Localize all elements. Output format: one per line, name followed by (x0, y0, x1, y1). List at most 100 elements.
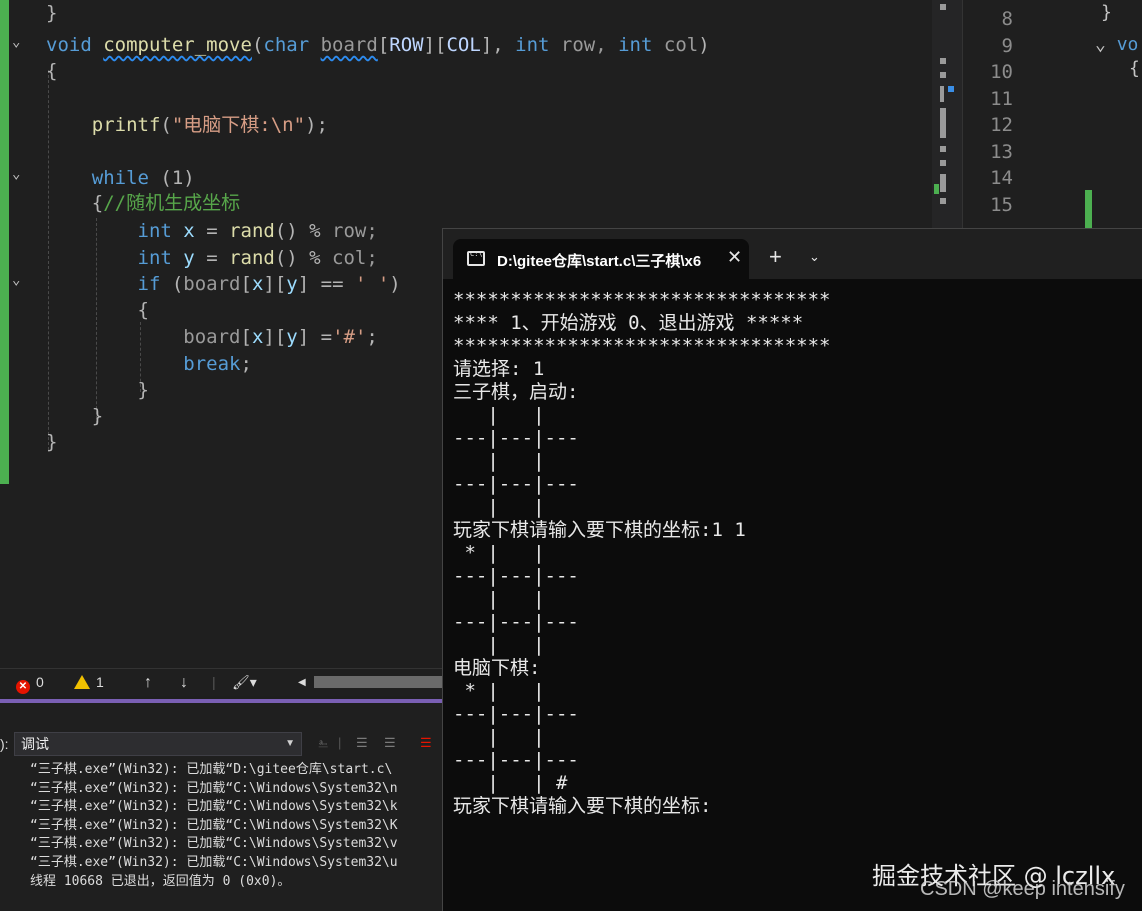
code-token: } (46, 2, 58, 24)
secondary-editor-pane[interactable]: 8 9 10 11 12 13 14 15 } ⌄ vo { (962, 0, 1142, 228)
output-source-select[interactable]: 调试 ▼ (14, 732, 302, 756)
chevron-down-icon[interactable]: ⌄ (809, 249, 820, 265)
watermark: CSDN @keep intensify (920, 878, 1125, 900)
code-line[interactable]: } (46, 377, 149, 403)
code-token: (1) (148, 167, 195, 189)
terminal-output[interactable]: ********************************* **** 1、… (453, 289, 1133, 818)
clear-all-icon[interactable]: ☰ (420, 735, 438, 751)
code-token: ][ (263, 273, 287, 295)
output-window[interactable]: ): 调试 ▼ ⎁ | ☰ ☰ ☰ “三子棋.exe”(Win32): 已加载“… (0, 703, 442, 911)
code-line[interactable]: void computer_move(char board[ROW][COL],… (46, 32, 710, 58)
code-token: int (515, 34, 550, 56)
output-line: 线程 10668 已退出，返回值为 0 (0x0)。 (30, 873, 291, 889)
warning-count[interactable]: 1 (74, 674, 104, 690)
terminal-line: ---|---|--- (453, 427, 579, 449)
terminal-line: | | (453, 404, 579, 426)
code-token: char (263, 34, 310, 56)
code-token: ][ (263, 326, 287, 348)
code-token: ( (160, 273, 184, 295)
code-token: { (137, 299, 149, 321)
new-tab-button[interactable]: + (769, 244, 782, 270)
code-token: board (183, 273, 241, 295)
code-line[interactable]: int y = rand() % col; (46, 245, 378, 271)
code-line[interactable]: while (1) (46, 165, 195, 191)
toolbar-divider: | (338, 735, 342, 750)
terminal-tab[interactable]: D:\gitee仓库\start.c\三子棋\x6 ✕ (453, 239, 749, 279)
code-line[interactable]: board[x][y] ='#'; (46, 324, 378, 350)
output-source-label: ): (0, 736, 9, 752)
code-line[interactable]: { (46, 297, 149, 323)
code-line[interactable]: printf("电脑下棋:\n"); (46, 112, 328, 138)
fold-chevron-icon[interactable]: ⌄ (12, 272, 32, 288)
code-token: } (137, 379, 149, 401)
arrow-up-icon[interactable]: ↑ (144, 674, 152, 692)
code-line[interactable]: {//随机生成坐标 (46, 190, 240, 216)
terminal-tab-bar: D:\gitee仓库\start.c\三子棋\x6 ✕ + ⌄ (443, 229, 1142, 279)
warning-icon (74, 675, 90, 689)
code-token: "电脑下棋:\n" (171, 114, 306, 136)
terminal-window[interactable]: D:\gitee仓库\start.c\三子棋\x6 ✕ + ⌄ ********… (442, 228, 1142, 911)
terminal-line: **** 1、开始游戏 0、退出游戏 ***** (453, 312, 804, 334)
chevron-down-icon: ▼ (285, 738, 295, 749)
code-line[interactable]: } (46, 429, 57, 455)
brace-glyph: } (1101, 2, 1112, 23)
arrow-down-icon[interactable]: ↓ (180, 674, 188, 692)
scroll-left-icon[interactable]: ◀ (298, 677, 306, 688)
code-token: ROW (389, 34, 424, 56)
code-line[interactable]: int x = rand() % row; (46, 218, 378, 244)
error-count[interactable]: ✕ 0 (16, 674, 44, 694)
change-indicator-bar (1085, 190, 1092, 228)
terminal-line: * | | (453, 542, 579, 564)
brush-icon[interactable]: 🖌▾ (232, 674, 257, 691)
code-token: y (183, 247, 195, 269)
code-token: ) (698, 34, 710, 56)
output-line: “三子棋.exe”(Win32): 已加载“C:\Windows\System3… (30, 799, 398, 815)
terminal-line: | | (453, 634, 579, 656)
code-token: col (652, 34, 699, 56)
code-token: y (286, 273, 298, 295)
code-token: void (46, 34, 92, 56)
code-token: computer_move (103, 34, 252, 56)
code-line[interactable]: } (46, 403, 103, 429)
terminal-line: | | (453, 496, 579, 518)
fold-chevron-icon[interactable]: ⌄ vo (1095, 34, 1138, 55)
code-line[interactable]: if (board[x][y] == ' ') (46, 271, 401, 297)
toolbar-divider: | (212, 674, 216, 690)
output-lines: “三子棋.exe”(Win32): 已加载“D:\gitee仓库\start.c… (30, 761, 442, 891)
fold-chevron-icon[interactable]: ⌄ (12, 166, 32, 182)
code-token: ); (305, 114, 328, 136)
fold-chevron-icon[interactable]: ⌄ (12, 34, 32, 50)
code-token: } (46, 431, 58, 453)
terminal-line: 电脑下棋: (453, 657, 541, 679)
code-line[interactable]: { (46, 58, 57, 84)
change-indicator-bar (0, 0, 9, 484)
code-token: int (137, 220, 172, 242)
find-message-icon[interactable]: ⎁ (318, 735, 336, 751)
code-token: while (91, 167, 149, 189)
editor-overview-ruler[interactable] (932, 0, 962, 228)
code-token: { (91, 192, 104, 214)
code-token: ( (251, 34, 264, 56)
next-message-icon[interactable]: ☰ (384, 735, 402, 751)
code-token: x (251, 326, 264, 348)
close-icon[interactable]: ✕ (727, 247, 742, 268)
code-token: y (286, 326, 298, 348)
code-line[interactable]: } (46, 0, 57, 26)
output-line: “三子棋.exe”(Win32): 已加载“C:\Windows\System3… (30, 836, 398, 852)
code-line[interactable]: break; (46, 351, 252, 377)
previous-message-icon[interactable]: ☰ (356, 735, 374, 751)
horizontal-scrollbar[interactable] (314, 676, 442, 688)
code-token: row, (549, 34, 619, 56)
line-number: 9 (1001, 35, 1013, 57)
code-token: ( (160, 114, 172, 136)
code-token: row; (332, 220, 378, 242)
code-token: COL (446, 34, 481, 56)
terminal-line: | | # (453, 772, 579, 794)
